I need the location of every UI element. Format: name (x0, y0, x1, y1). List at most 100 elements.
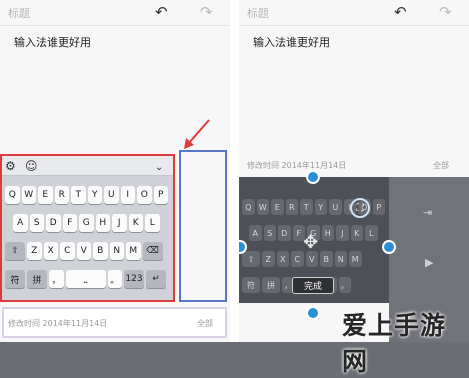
kb-key[interactable]: A (13, 214, 28, 232)
arrow-indicator-icon (184, 119, 210, 149)
undo-icon[interactable]: ↶ (155, 5, 168, 20)
kb-key[interactable]: ⌫ (142, 242, 163, 260)
note-toolbar-right: 标题 ↶ ↷ (239, 0, 469, 26)
kb-key[interactable]: ， (49, 270, 64, 288)
move-icon[interactable]: ✥ (303, 232, 318, 253)
gear-icon[interactable]: ⚙ (5, 159, 16, 174)
kbr-key[interactable]: B (320, 251, 333, 267)
kb-key[interactable]: Z (27, 242, 42, 260)
kb-key[interactable]: ⎵ (65, 270, 106, 288)
kb-key[interactable]: C (60, 242, 75, 260)
keyboard-toolbar: ⚙ ☺ ⌄ (2, 156, 173, 176)
kb-key[interactable]: P (153, 186, 168, 204)
kbr-key[interactable]: J (336, 225, 349, 241)
redo-icon[interactable]: ↷ (200, 5, 213, 20)
dock-arrow-icon[interactable]: ⇥ (423, 205, 432, 220)
note-content[interactable]: 输入法谁更好用 (14, 34, 91, 50)
kb-key[interactable]: V (76, 242, 91, 260)
kb-key[interactable]: ↵ (146, 270, 166, 288)
kbr-key[interactable]: Y (314, 199, 327, 215)
kb-key[interactable]: S (29, 214, 44, 232)
keyboard-docked: ⚙ ☺ ⌄ Q W E R T Y U I O P A S D F G H J K L ⇧ Z X C V B N M ⌫ 符拼， ⎵。 1… (0, 154, 175, 302)
kbr-key[interactable]: D (278, 225, 291, 241)
resize-handle-top[interactable] (306, 170, 320, 184)
kbr-key[interactable]: U (329, 199, 342, 215)
kb-row: QWERTYUIOP (5, 186, 170, 204)
kb-row: ⇧ Z X C V B N M ⌫ (5, 242, 165, 260)
emoji-icon[interactable]: ☺ (25, 159, 38, 174)
kbr-key[interactable]: W (256, 199, 269, 215)
kbr-key[interactable]: M (349, 251, 362, 267)
kbr-key[interactable]: H (321, 225, 334, 241)
all-label[interactable]: 全部 (197, 318, 213, 329)
kb-key[interactable]: Y (87, 186, 102, 204)
kbr-key[interactable]: Z (262, 251, 275, 267)
kb-key[interactable]: G (79, 214, 94, 232)
kb-key[interactable]: ⇧ (5, 242, 25, 260)
kbr-key[interactable]: Q (242, 199, 255, 215)
kb-key[interactable]: 123 (124, 270, 144, 288)
kb-key[interactable]: E (38, 186, 53, 204)
kb-key[interactable]: D (46, 214, 61, 232)
kb-key[interactable]: X (43, 242, 58, 260)
kb-key[interactable]: T (71, 186, 86, 204)
kbr-key[interactable]: P (372, 199, 385, 215)
all-label-right[interactable]: 全部 (433, 160, 449, 171)
kbr-key[interactable]: N (334, 251, 347, 267)
kbr-key[interactable]: K (350, 225, 363, 241)
kb-key[interactable]: 。 (107, 270, 122, 288)
note-toolbar: 标题 ↶ ↷ (0, 0, 230, 26)
kb-key[interactable]: L (145, 214, 160, 232)
float-toggle-icon[interactable]: ⛶ (350, 198, 370, 218)
date-input-bar: 修改时间 2014年11月14日 全部 (2, 307, 227, 338)
kb-key[interactable]: I (120, 186, 135, 204)
right-phone-screen: 标题 ↶ ↷ 输入法谁更好用 修改时间 2014年11月14日 全部 ⇥ ▶ Q… (239, 0, 469, 342)
left-phone-screen: 标题 ↶ ↷ 输入法谁更好用 ⚙ ☺ ⌄ QWERTYUIOP ASDFGHJKL… (0, 0, 230, 342)
kbr-key[interactable]: C (291, 251, 304, 267)
kb-key[interactable]: M (126, 242, 141, 260)
kbr-key[interactable]: X (276, 251, 289, 267)
undo-icon-right[interactable]: ↶ (394, 5, 407, 20)
kb-key[interactable]: J (112, 214, 127, 232)
title-field[interactable]: 标题 (8, 5, 30, 21)
title-field-right[interactable]: 标题 (247, 5, 269, 21)
modified-date: 修改时间 2014年11月14日 (8, 319, 108, 328)
play-arrow-icon[interactable]: ▶ (425, 255, 433, 270)
kbr-key[interactable]: L (365, 225, 378, 241)
done-button[interactable]: 完成 (292, 277, 334, 294)
watermark-logo: 爱上手游网 (342, 311, 447, 376)
kb-key[interactable]: O (137, 186, 152, 204)
chevron-down-icon[interactable]: ⌄ (155, 160, 163, 175)
note-content-right[interactable]: 输入法谁更好用 (253, 34, 330, 50)
kb-key[interactable]: Q (5, 186, 20, 204)
kbr-row: ⇧ Z X C V B N M (242, 251, 364, 267)
kb-key[interactable]: W (21, 186, 36, 204)
kbr-key[interactable]: E (271, 199, 284, 215)
kbr-key[interactable]: 拼 (262, 277, 280, 293)
kbr-key[interactable]: 符 (242, 277, 260, 293)
kb-key[interactable]: 符 (5, 270, 25, 288)
kb-row: 符拼， ⎵。 123 ↵ (5, 270, 168, 288)
kb-key[interactable]: B (93, 242, 108, 260)
kb-key[interactable]: R (54, 186, 69, 204)
kb-key[interactable]: H (95, 214, 110, 232)
modified-date-right: 修改时间 2014年11月14日 (247, 161, 347, 170)
kbr-key[interactable]: 。 (338, 277, 351, 293)
kbr-key[interactable]: S (263, 225, 276, 241)
kb-key[interactable]: F (62, 214, 77, 232)
kb-key[interactable]: 拼 (27, 270, 47, 288)
kbr-key[interactable]: ⇧ (242, 251, 260, 267)
kb-row: ASDFGHJKL (13, 214, 162, 232)
kb-key[interactable]: K (128, 214, 143, 232)
kbr-key[interactable]: T (300, 199, 313, 215)
kbr-key[interactable]: V (305, 251, 318, 267)
kbr-key[interactable]: R (285, 199, 298, 215)
empty-space-highlight (179, 150, 227, 302)
kb-key[interactable]: U (104, 186, 119, 204)
kb-key[interactable]: N (109, 242, 124, 260)
kbr-key[interactable]: A (249, 225, 262, 241)
redo-icon-right[interactable]: ↷ (439, 5, 452, 20)
pane-divider (230, 0, 239, 342)
resize-handle-bottom[interactable] (306, 306, 320, 320)
resize-handle-right[interactable] (382, 240, 396, 254)
